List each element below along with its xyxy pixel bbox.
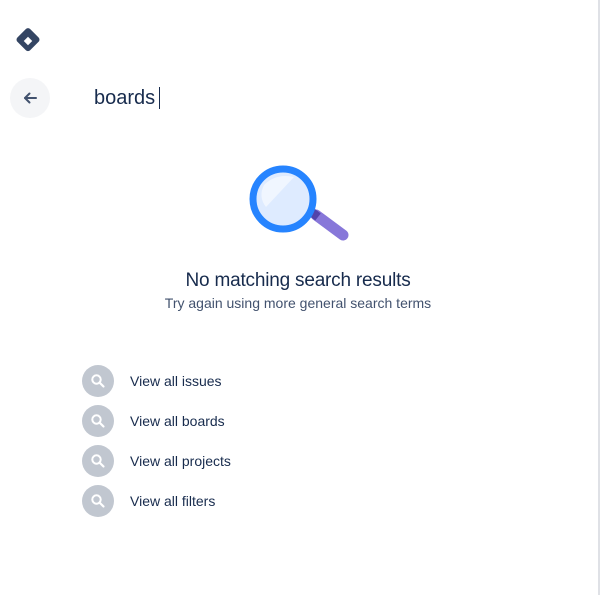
empty-state-title: No matching search results (185, 270, 411, 291)
search-drawer: No matching search results Try again usi… (0, 0, 600, 595)
suggestion-label: View all projects (130, 453, 231, 469)
search-icon (82, 405, 114, 437)
view-all-boards-link[interactable]: View all boards (82, 405, 482, 437)
search-input[interactable] (94, 84, 574, 112)
suggestion-label: View all boards (130, 413, 225, 429)
suggestion-list: View all issues View all boards View all… (82, 365, 482, 525)
arrow-left-icon (24, 92, 37, 104)
suggestion-label: View all filters (130, 493, 216, 509)
text-cursor (159, 87, 160, 109)
back-button[interactable] (10, 78, 50, 118)
view-all-issues-link[interactable]: View all issues (82, 365, 482, 397)
magnifying-glass-icon (246, 163, 350, 243)
empty-state-subtitle: Try again using more general search term… (164, 295, 432, 311)
search-icon (82, 485, 114, 517)
search-icon (82, 365, 114, 397)
search-icon (82, 445, 114, 477)
view-all-filters-link[interactable]: View all filters (82, 485, 482, 517)
jira-logo-icon[interactable] (14, 27, 42, 55)
view-all-projects-link[interactable]: View all projects (82, 445, 482, 477)
suggestion-label: View all issues (130, 373, 222, 389)
